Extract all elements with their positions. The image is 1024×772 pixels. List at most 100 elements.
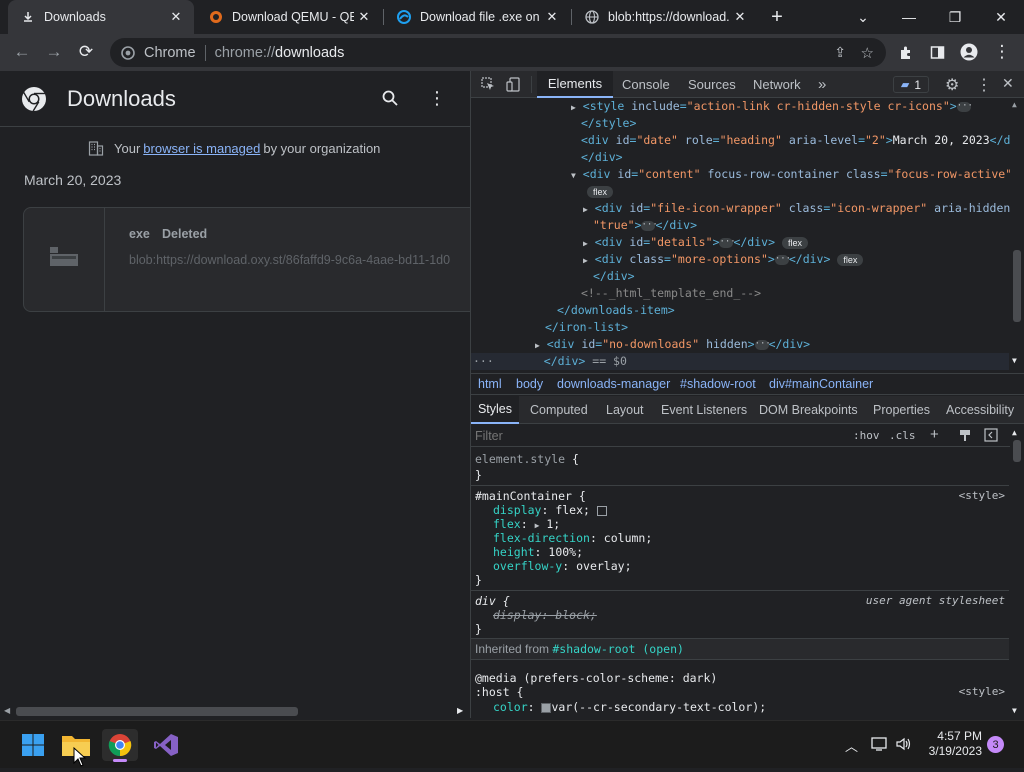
dom-node-style-close[interactable]: </style> xyxy=(581,115,636,132)
subtab-dom-breakpoints[interactable]: DOM Breakpoints xyxy=(759,396,858,424)
more-tabs-button[interactable]: » xyxy=(818,71,826,98)
dom-node-div-close-2[interactable]: </div> xyxy=(593,268,635,285)
scrollbar-thumb[interactable] xyxy=(16,707,298,716)
tab-console[interactable]: Console xyxy=(622,71,670,98)
crumb-html[interactable]: html xyxy=(478,377,502,391)
dom-node-div-close[interactable]: </div> xyxy=(581,149,623,166)
clock[interactable]: 4:57 PM 3/19/2023 xyxy=(920,729,982,759)
chrome-taskbar-button[interactable] xyxy=(102,729,138,762)
div-selector[interactable]: div { xyxy=(475,594,510,608)
show-hidden-icons-chevron-icon[interactable]: ︿ xyxy=(845,736,858,755)
dom-node-content[interactable]: ▼ <div id="content" focus-row-container … xyxy=(571,166,1019,183)
more-vert-icon[interactable]: ⋮ xyxy=(428,88,446,109)
notification-badge[interactable]: 3 xyxy=(987,736,1004,753)
address-bar[interactable]: Chrome chrome://downloads ⇪ ☆ xyxy=(110,38,886,67)
volume-icon[interactable] xyxy=(895,735,913,753)
visual-studio-button[interactable] xyxy=(150,729,182,761)
styles-filter-input[interactable] xyxy=(475,427,845,445)
prop-display-block[interactable]: display: block; xyxy=(493,608,597,622)
start-button[interactable] xyxy=(17,729,49,761)
dom-node-more-options[interactable]: ▶ <div class="more-options">···</div> fl… xyxy=(583,251,864,268)
horizontal-scrollbar[interactable]: ◀ ▶ xyxy=(0,704,470,718)
inspect-element-icon[interactable] xyxy=(481,77,497,93)
scroll-down-icon[interactable]: ▼ xyxy=(1012,706,1017,715)
dom-node-details[interactable]: ▶ <div id="details">···</div> flex xyxy=(583,234,808,251)
close-tab-icon[interactable]: ✕ xyxy=(166,7,186,27)
tab-downloads[interactable]: Downloads ✕ xyxy=(8,0,194,34)
side-panel-button[interactable] xyxy=(923,38,951,66)
flexbox-editor-icon[interactable] xyxy=(596,505,607,516)
dom-node-no-downloads[interactable]: ▶ <div id="no-downloads" hidden>···</div… xyxy=(535,336,810,353)
crumb-downloads-manager[interactable]: downloads-manager xyxy=(557,377,670,391)
prop-display[interactable]: display: flex; xyxy=(493,503,607,517)
crumb-body[interactable]: body xyxy=(516,377,543,391)
prop-overflow-y[interactable]: overflow-y: overlay; xyxy=(493,559,632,573)
crumb-shadow-root[interactable]: #shadow-root xyxy=(680,377,756,391)
search-icon[interactable] xyxy=(381,89,401,109)
style-source-link[interactable]: <style> xyxy=(959,685,1005,698)
tab-download-file[interactable]: Download file .exe on O ✕ xyxy=(384,0,570,34)
scrollbar-thumb[interactable] xyxy=(1013,250,1021,322)
dom-node-file-icon-wrapper[interactable]: ▶ <div id="file-icon-wrapper" class="ico… xyxy=(583,200,1017,217)
main-container-selector[interactable]: #mainContainer { xyxy=(475,489,586,503)
scroll-down-icon[interactable]: ▼ xyxy=(1012,356,1017,365)
prop-height[interactable]: height: 100%; xyxy=(493,545,583,559)
back-button[interactable]: ← xyxy=(8,38,36,66)
dom-node-selected[interactable]: ··· </div> == $0 xyxy=(471,353,1009,370)
element-style-rule[interactable]: element.style { xyxy=(475,452,579,466)
tab-network[interactable]: Network xyxy=(753,71,801,98)
browser-managed-link[interactable]: browser is managed xyxy=(143,141,260,156)
scroll-right-icon[interactable]: ▶ xyxy=(457,706,463,715)
close-window-button[interactable]: ✕ xyxy=(978,0,1024,34)
dom-node-iron-list-close[interactable]: </iron-list> xyxy=(545,319,628,336)
flex-badge[interactable]: flex xyxy=(587,183,614,200)
dom-node-downloads-item-close[interactable]: </downloads-item> xyxy=(557,302,675,319)
close-tab-icon[interactable]: ✕ xyxy=(730,7,750,27)
subtab-event-listeners[interactable]: Event Listeners xyxy=(661,396,747,424)
reload-button[interactable]: ⟳ xyxy=(72,38,100,66)
cls-toggle[interactable]: .cls xyxy=(889,429,916,442)
chrome-menu-button[interactable]: ⋮ xyxy=(988,38,1016,66)
prop-flex[interactable]: flex: ▶ 1; xyxy=(493,517,560,531)
subtab-computed[interactable]: Computed xyxy=(530,396,588,424)
close-tab-icon[interactable]: ✕ xyxy=(354,7,374,27)
close-devtools-icon[interactable]: ✕ xyxy=(1002,75,1014,92)
issues-button[interactable]: ▰ 1 xyxy=(893,76,929,93)
scrollbar-thumb[interactable] xyxy=(1013,440,1021,462)
styles-scrollbar[interactable]: ▲ ▼ xyxy=(1010,426,1024,718)
new-tab-button[interactable]: + xyxy=(764,0,790,34)
paint-bucket-icon[interactable] xyxy=(958,428,972,442)
scroll-left-icon[interactable]: ◀ xyxy=(4,706,10,715)
new-rule-icon[interactable]: + xyxy=(930,426,939,443)
subtab-styles[interactable]: Styles xyxy=(471,396,519,424)
host-selector[interactable]: :host { xyxy=(475,685,523,699)
minimize-button[interactable]: — xyxy=(886,0,932,34)
device-toolbar-icon[interactable] xyxy=(506,77,522,93)
tab-elements[interactable]: Elements xyxy=(537,71,613,98)
subtab-properties[interactable]: Properties xyxy=(873,396,930,424)
dom-node-date[interactable]: <div id="date" role="heading" aria-level… xyxy=(581,132,1024,149)
style-source-link[interactable]: <style> xyxy=(959,489,1005,502)
network-icon[interactable] xyxy=(871,736,889,752)
tab-qemu[interactable]: Download QEMU - QEM ✕ xyxy=(196,0,382,34)
toggle-sidebar-icon[interactable] xyxy=(984,428,998,442)
more-vert-icon[interactable]: ⋮ xyxy=(976,75,992,95)
crumb-main-container[interactable]: div#mainContainer xyxy=(769,377,873,391)
tab-search-button[interactable]: ⌄ xyxy=(840,0,886,34)
scroll-up-icon[interactable]: ▲ xyxy=(1012,100,1017,109)
color-swatch[interactable] xyxy=(541,702,552,713)
profile-button[interactable] xyxy=(955,38,983,66)
prop-flex-direction[interactable]: flex-direction: column; xyxy=(493,531,652,545)
file-url[interactable]: blob:https://download.oxy.st/86faffd9-9c… xyxy=(129,253,450,267)
subtab-accessibility[interactable]: Accessibility xyxy=(946,396,1014,424)
subtab-layout[interactable]: Layout xyxy=(606,396,644,424)
extensions-button[interactable] xyxy=(892,38,920,66)
settings-gear-icon[interactable]: ⚙ xyxy=(945,75,959,95)
hov-toggle[interactable]: :hov xyxy=(853,429,880,442)
forward-button[interactable]: → xyxy=(40,38,68,66)
restore-button[interactable]: ❐ xyxy=(932,0,978,34)
dom-node-aria-value[interactable]: "true">···</div> xyxy=(593,217,697,234)
share-icon[interactable]: ⇪ xyxy=(834,44,846,61)
tab-blob[interactable]: blob:https://download. ✕ xyxy=(572,0,758,34)
shadow-root-link[interactable]: #shadow-root (open) xyxy=(552,642,684,656)
